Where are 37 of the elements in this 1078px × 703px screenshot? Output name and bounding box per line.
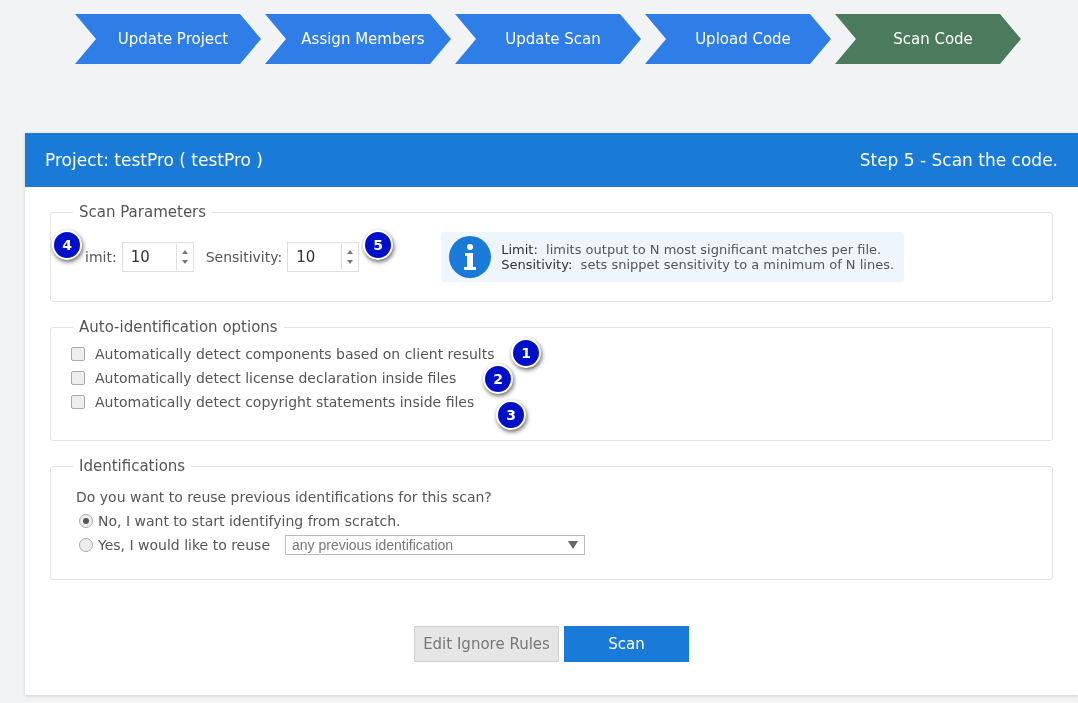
callout-badge: 2: [483, 364, 513, 394]
scan-button[interactable]: Scan: [564, 626, 689, 662]
info-line: Sensitivity: sets snippet sensitivity to a minimum of N lines.: [501, 257, 895, 272]
number-field[interactable]: 10: [287, 242, 360, 272]
step-title: Step 5 - Scan the code.: [859, 150, 1058, 170]
callout-badge: 5: [363, 230, 394, 260]
section-legend: Auto-identification options: [73, 318, 284, 336]
wizard-step[interactable]: Upload Code: [645, 14, 831, 64]
radio-label: No, I want to start identifying from scratch.: [98, 513, 401, 529]
section-legend: Scan Parameters: [73, 203, 213, 221]
option-label: Automatically detect components based on client results: [95, 346, 495, 362]
callout-badge: 4: [52, 230, 82, 260]
callout-badge: 3: [496, 400, 526, 430]
section-legend: Identifications: [73, 457, 192, 475]
caret-icon: [568, 541, 578, 549]
radio-label: Yes, I would like to reuse: [98, 537, 270, 553]
radio-button[interactable]: [79, 514, 93, 528]
number-field[interactable]: 10: [121, 242, 194, 272]
identification-dropdown[interactable]: any previous identification: [285, 535, 585, 555]
project-title: Project: testPro ( testPro ): [45, 150, 263, 170]
option-label: Automatically detect copyright statements inside files: [95, 394, 475, 410]
wizard-step[interactable]: Update Scan: [455, 14, 641, 64]
radio-button[interactable]: [79, 538, 93, 552]
checkbox[interactable]: [71, 395, 85, 409]
checkbox[interactable]: [71, 347, 85, 361]
field-label: Sensitivity:: [205, 249, 283, 265]
wizard-step[interactable]: Assign Members: [265, 14, 451, 64]
wizard-step[interactable]: Scan Code: [835, 14, 1021, 64]
info-line: Limit: limits output to N most significant matches per file.: [501, 242, 883, 257]
info-icon: [449, 236, 492, 278]
question-text: Do you want to reuse previous identifications for this scan?: [76, 489, 493, 505]
wizard-step[interactable]: Update Project: [75, 14, 261, 64]
field-label: imit:: [85, 249, 117, 265]
checkbox[interactable]: [71, 371, 85, 385]
callout-badge: 1: [511, 338, 541, 368]
edit-rules-button[interactable]: Edit Ignore Rules: [414, 626, 559, 662]
option-label: Automatically detect license declaration inside files: [95, 370, 457, 386]
